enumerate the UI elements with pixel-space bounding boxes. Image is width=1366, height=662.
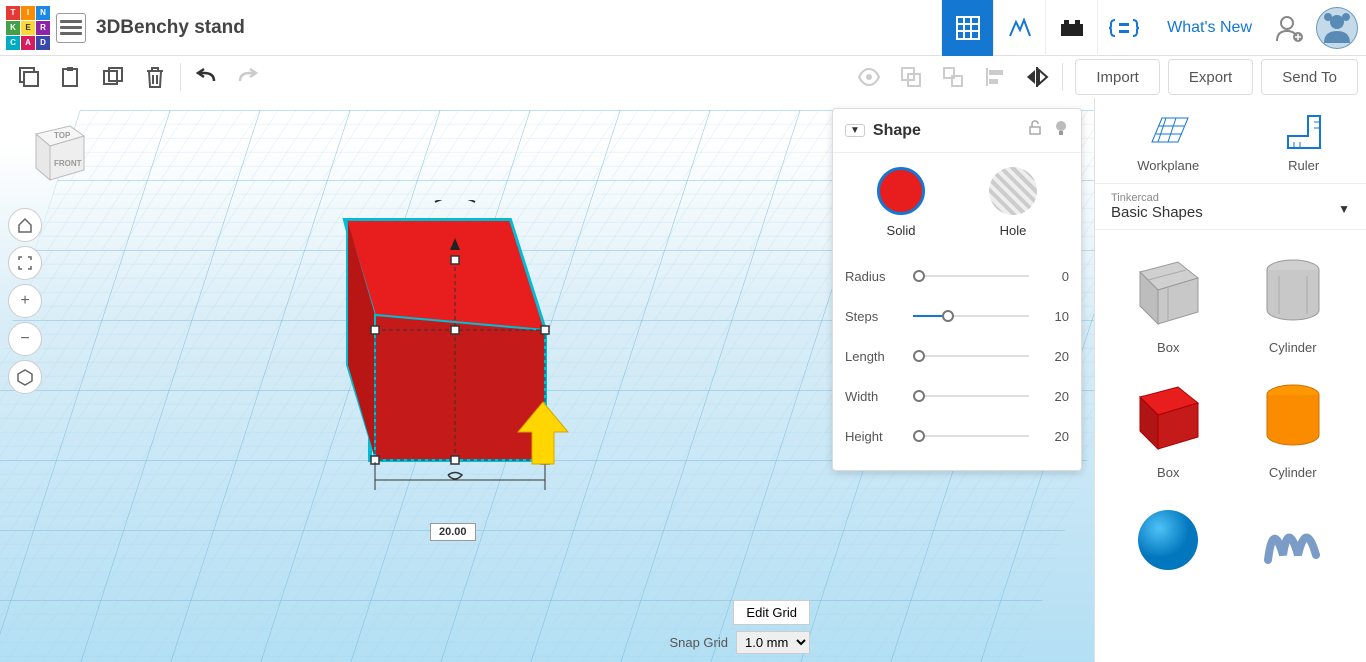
tinkercad-logo[interactable]: TIN KER CAD	[6, 6, 50, 50]
whats-new-link[interactable]: What's New	[1149, 0, 1270, 56]
svg-text:TOP: TOP	[54, 131, 71, 140]
editor-mode-tabs	[941, 0, 1149, 56]
grid-controls: Edit Grid Snap Grid 1.0 mm	[669, 600, 810, 654]
shape-sphere[interactable]	[1111, 498, 1226, 582]
copy-button[interactable]	[8, 56, 50, 98]
shapes-sidebar: 〉 Workplane Ruler Tinkercad Basic Shapes…	[1094, 98, 1366, 662]
mode-3d-design[interactable]	[941, 0, 993, 56]
lock-icon[interactable]	[1027, 120, 1043, 141]
design-list-icon[interactable]	[56, 13, 86, 43]
user-avatar[interactable]	[1316, 7, 1358, 49]
ortho-toggle-button[interactable]	[8, 360, 42, 394]
view-nav-buttons: + −	[8, 208, 42, 394]
shape-box-hole[interactable]: Box	[1111, 248, 1226, 355]
collapse-icon[interactable]: ▼	[845, 124, 865, 137]
prop-length[interactable]: Length 20	[845, 336, 1069, 376]
cursor-arrow-icon	[516, 398, 570, 468]
svg-text:FRONT: FRONT	[54, 159, 82, 168]
zoom-in-button[interactable]: +	[8, 284, 42, 318]
paste-button[interactable]	[50, 56, 92, 98]
shape-box-solid[interactable]: Box	[1111, 373, 1226, 480]
zoom-out-button[interactable]: −	[8, 322, 42, 356]
lightbulb-icon[interactable]	[1053, 119, 1069, 142]
workplane-tool[interactable]: Workplane	[1137, 112, 1199, 173]
export-button[interactable]: Export	[1168, 59, 1253, 95]
snap-grid-label: Snap Grid	[669, 635, 728, 650]
document-title[interactable]: 3DBenchy stand	[96, 17, 245, 39]
delete-button[interactable]	[134, 56, 176, 98]
undo-button[interactable]	[185, 56, 227, 98]
prop-width[interactable]: Width 20	[845, 376, 1069, 416]
mode-blocks[interactable]	[993, 0, 1045, 56]
dimension-value[interactable]: 20.00	[430, 523, 476, 541]
prop-height[interactable]: Height 20	[845, 416, 1069, 456]
ruler-tool[interactable]: Ruler	[1284, 112, 1324, 173]
shape-category-select[interactable]: Tinkercad Basic Shapes ▼	[1095, 184, 1366, 230]
ungroup-button[interactable]	[932, 56, 974, 98]
snap-grid-select[interactable]: 1.0 mm	[736, 631, 810, 654]
mode-bricks[interactable]	[1045, 0, 1097, 56]
align-button[interactable]	[974, 56, 1016, 98]
shape-scribble[interactable]	[1236, 498, 1351, 582]
add-user-icon[interactable]	[1270, 9, 1308, 47]
material-hole[interactable]: Hole	[989, 167, 1037, 238]
shape-cylinder-solid[interactable]: Cylinder	[1236, 373, 1351, 480]
duplicate-button[interactable]	[92, 56, 134, 98]
edit-grid-button[interactable]: Edit Grid	[733, 600, 810, 625]
shape-inspector: ▼ Shape Solid Hole Radius 0 Steps	[832, 108, 1082, 471]
prop-radius[interactable]: Radius 0	[845, 256, 1069, 296]
redo-button[interactable]	[227, 56, 269, 98]
group-button[interactable]	[890, 56, 932, 98]
mode-code[interactable]	[1097, 0, 1149, 56]
fit-view-button[interactable]	[8, 246, 42, 280]
show-all-button[interactable]	[848, 56, 890, 98]
prop-steps[interactable]: Steps 10	[845, 296, 1069, 336]
action-toolbar: Import Export Send To	[0, 56, 1366, 98]
sidebar-expand-handle[interactable]: 〉	[1094, 378, 1095, 418]
mirror-button[interactable]	[1016, 56, 1058, 98]
shape-cylinder-hole[interactable]: Cylinder	[1236, 248, 1351, 355]
chevron-down-icon: ▼	[1338, 202, 1350, 216]
import-button[interactable]: Import	[1075, 59, 1160, 95]
view-cube[interactable]: TOP FRONT	[28, 116, 92, 190]
top-bar: TIN KER CAD 3DBenchy stand What's New	[0, 0, 1366, 56]
material-solid[interactable]: Solid	[877, 167, 925, 238]
send-to-button[interactable]: Send To	[1261, 59, 1358, 95]
home-view-button[interactable]	[8, 208, 42, 242]
inspector-title: Shape	[873, 122, 1027, 140]
